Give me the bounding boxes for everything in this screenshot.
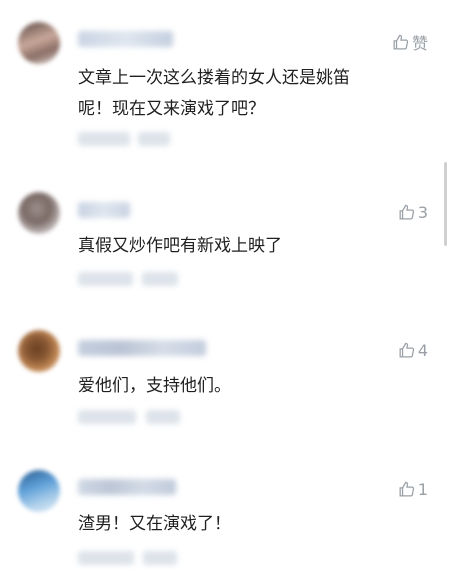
username[interactable] [78, 340, 206, 356]
like-count: 1 [417, 480, 428, 499]
like-count: 3 [417, 203, 428, 222]
avatar[interactable] [18, 470, 60, 512]
reply-link[interactable] [146, 410, 180, 424]
reply-link[interactable] [138, 132, 170, 146]
like-button[interactable]: 4 [397, 341, 428, 360]
like-count: 4 [417, 341, 428, 360]
thumbs-up-icon [399, 481, 414, 497]
comment-text: 爱他们，支持他们。 [78, 376, 231, 396]
username[interactable] [78, 202, 130, 218]
like-button[interactable]: 3 [397, 203, 428, 222]
thumbs-up-icon [399, 342, 414, 358]
username[interactable] [78, 479, 176, 495]
comment-meta [78, 272, 133, 286]
username[interactable] [78, 31, 173, 47]
avatar[interactable] [18, 330, 60, 372]
thumbs-up-icon [393, 34, 409, 49]
scrollbar[interactable] [444, 162, 447, 246]
comment-text: 渣男！又在演戏了！ [78, 514, 231, 534]
comment-meta [78, 132, 130, 146]
reply-link[interactable] [143, 551, 177, 565]
comment-text-line: 呢！现在又来演戏了吧？ [78, 99, 265, 119]
avatar[interactable] [18, 192, 60, 234]
avatar[interactable] [18, 22, 60, 64]
comment-meta [78, 410, 136, 424]
comment-text-line: 文章上一次这么搂着的女人还是姚笛 [78, 68, 350, 88]
comment-text: 文章上一次这么搂着的女人还是姚笛 呢！现在又来演戏了吧？ [78, 64, 410, 123]
comment-meta [78, 551, 134, 565]
like-label: 赞 [411, 34, 428, 53]
thumbs-up-icon [399, 204, 414, 220]
comment-text: 真假又炒作吧有新戏上映了 [78, 236, 282, 256]
reply-link[interactable] [142, 272, 178, 286]
like-button[interactable]: 赞 [391, 30, 428, 54]
like-button[interactable]: 1 [397, 480, 428, 499]
